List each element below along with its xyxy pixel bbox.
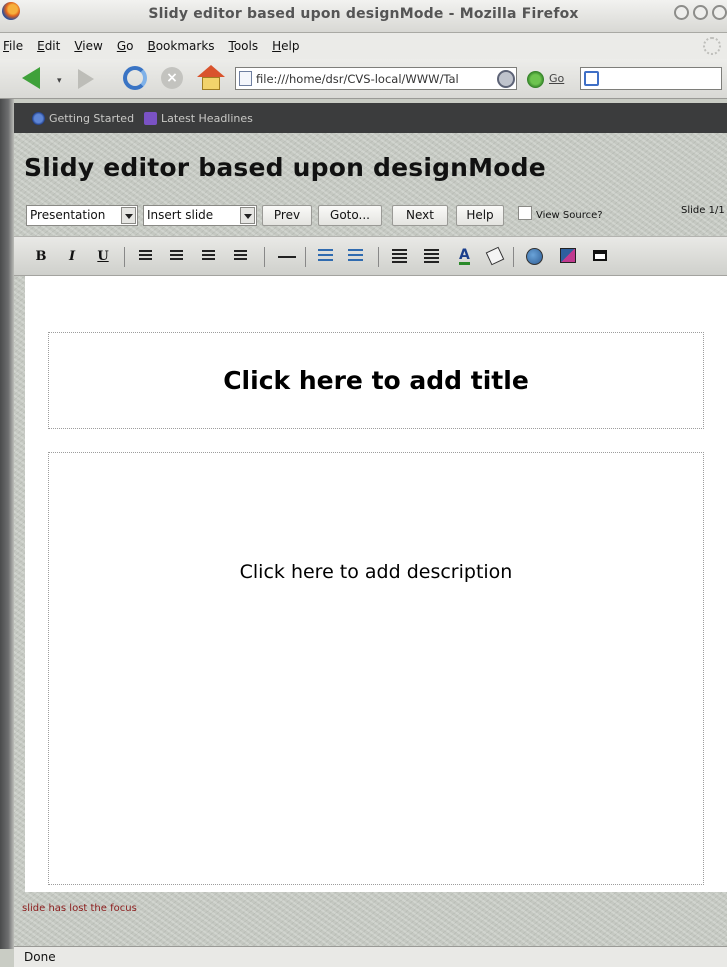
- prev-button[interactable]: Prev: [262, 205, 312, 226]
- back-arrow-icon[interactable]: [22, 67, 40, 89]
- status-text: Done: [24, 950, 56, 964]
- bookmark-label: Latest Headlines: [161, 111, 253, 125]
- numbered-list-icon[interactable]: [318, 249, 333, 263]
- toolbar-separator: [124, 247, 125, 267]
- page-title: Slidy editor based upon designMode: [24, 153, 546, 182]
- view-source-checkbox[interactable]: [518, 206, 532, 220]
- window-title: Slidy editor based upon designMode - Moz…: [148, 6, 579, 22]
- forward-arrow-icon[interactable]: [78, 69, 94, 89]
- window-controls: [674, 5, 727, 20]
- menu-edit[interactable]: Edit: [37, 39, 60, 53]
- align-justify-icon[interactable]: [234, 250, 247, 262]
- align-left-icon[interactable]: [139, 250, 152, 262]
- home-walls-shape: [202, 77, 220, 90]
- bookmark-getting-started[interactable]: Getting Started: [32, 111, 135, 125]
- insert-link-icon[interactable]: [526, 248, 543, 265]
- reload-icon[interactable]: [123, 66, 147, 90]
- underline-button[interactable]: U: [96, 248, 110, 266]
- menu-go[interactable]: Go: [117, 39, 134, 53]
- home-icon[interactable]: [197, 65, 225, 91]
- menu-help[interactable]: Help: [272, 39, 299, 53]
- window-side-edge: [0, 99, 14, 949]
- slide-editor[interactable]: Click here to add title Click here to ad…: [25, 276, 727, 892]
- insert-window-icon[interactable]: [593, 250, 607, 261]
- slide-controls: Presentation Insert slide Prev Goto... N…: [26, 205, 727, 229]
- window-titlebar: Slidy editor based upon designMode - Moz…: [0, 0, 727, 33]
- search-box[interactable]: [580, 67, 722, 90]
- menu-tools[interactable]: Tools: [229, 39, 259, 53]
- home-roof-shape: [197, 65, 225, 77]
- navigation-toolbar: ▾ × Go: [0, 59, 727, 99]
- menubar: File Edit View Go Bookmarks Tools Help: [0, 33, 727, 59]
- slide-description-placeholder: Click here to add description: [239, 561, 513, 583]
- bookmarks-toolbar: Getting Started Latest Headlines: [14, 103, 727, 133]
- presentation-select[interactable]: Presentation: [26, 205, 138, 226]
- minimize-icon[interactable]: [674, 5, 689, 20]
- maximize-icon[interactable]: [693, 5, 708, 20]
- url-input[interactable]: [256, 71, 506, 86]
- menu-file[interactable]: File: [3, 39, 23, 53]
- getting-started-icon: [32, 111, 45, 125]
- italic-button[interactable]: I: [65, 248, 79, 266]
- go-button-label[interactable]: Go: [549, 72, 564, 85]
- url-bar[interactable]: [235, 67, 517, 90]
- page-icon: [239, 71, 252, 86]
- formatting-toolbar: B I U A: [14, 236, 727, 276]
- slide-title-placeholder: Click here to add title: [223, 366, 529, 395]
- chevron-down-icon[interactable]: [240, 207, 255, 224]
- bookmark-latest-headlines[interactable]: Latest Headlines: [144, 111, 253, 125]
- text-color-icon[interactable]: A: [459, 248, 470, 265]
- presentation-select-value: Presentation: [30, 208, 106, 222]
- rss-feed-icon: [144, 111, 158, 125]
- status-bar: Done: [14, 946, 727, 967]
- bulleted-list-icon[interactable]: [348, 249, 363, 263]
- background-color-icon[interactable]: [485, 246, 505, 266]
- insert-slide-select[interactable]: Insert slide: [143, 205, 257, 226]
- page-content: Slidy editor based upon designMode Prese…: [14, 133, 727, 946]
- outdent-icon[interactable]: [392, 249, 407, 263]
- url-history-dropdown-icon[interactable]: [497, 70, 515, 88]
- stop-icon[interactable]: ×: [161, 67, 183, 89]
- view-source-label: View Source?: [536, 210, 603, 221]
- bold-button[interactable]: B: [34, 248, 48, 266]
- indent-icon[interactable]: [424, 249, 439, 263]
- slide-counter: Slide 1/1: [681, 205, 725, 216]
- bookmark-label: Getting Started: [49, 111, 135, 125]
- search-input[interactable]: [599, 72, 709, 85]
- toolbar-separator: [513, 247, 514, 267]
- slide-title-box[interactable]: Click here to add title: [48, 332, 704, 429]
- align-center-icon[interactable]: [170, 250, 183, 262]
- google-search-icon[interactable]: [584, 71, 599, 86]
- goto-button[interactable]: Goto...: [318, 205, 382, 226]
- menu-view[interactable]: View: [74, 39, 102, 53]
- focus-status-message: slide has lost the focus: [22, 903, 137, 914]
- menu-bookmarks[interactable]: Bookmarks: [147, 39, 214, 53]
- close-icon[interactable]: [712, 5, 727, 20]
- toolbar-separator: [378, 247, 379, 267]
- horizontal-rule-icon[interactable]: [278, 256, 296, 258]
- toolbar-separator: [305, 247, 306, 267]
- align-right-icon[interactable]: [202, 250, 215, 262]
- insert-slide-select-value: Insert slide: [147, 208, 214, 222]
- go-arrow-icon[interactable]: [527, 71, 544, 88]
- slide-description-box[interactable]: Click here to add description: [48, 452, 704, 885]
- help-button[interactable]: Help: [456, 205, 504, 226]
- insert-image-icon[interactable]: [560, 248, 576, 263]
- throbber-icon: [703, 37, 721, 55]
- chevron-down-icon[interactable]: [121, 207, 136, 224]
- back-history-dropdown-icon[interactable]: ▾: [57, 76, 62, 86]
- toolbar-separator: [264, 247, 265, 267]
- next-button[interactable]: Next: [392, 205, 448, 226]
